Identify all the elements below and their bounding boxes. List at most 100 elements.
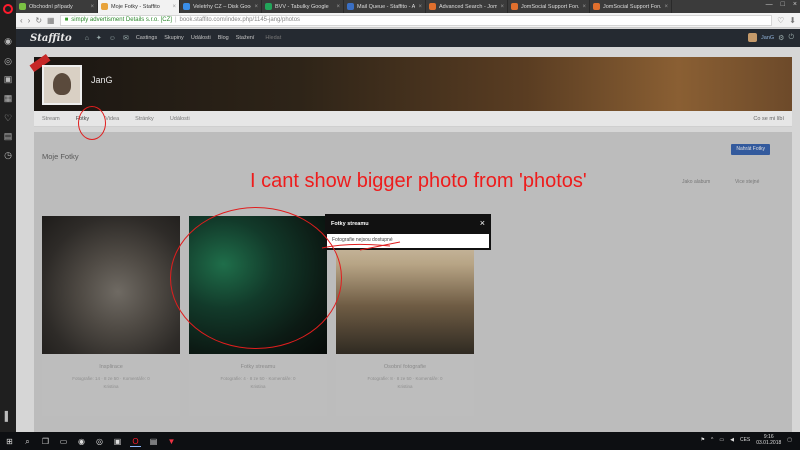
user-name[interactable]: JanG (761, 35, 774, 41)
volume-icon[interactable]: ◀ (730, 437, 734, 443)
language-indicator[interactable]: CES (740, 437, 750, 443)
site-logo[interactable]: Staffito (30, 33, 72, 44)
album-meta: Fotografie: 14 · 8 ze 50 · Komentáře: 0 (72, 376, 150, 381)
nav-blog[interactable]: Blog (218, 35, 229, 41)
download-icon[interactable]: ⬇ (789, 16, 796, 25)
album-title[interactable]: Insplirace (42, 364, 180, 370)
profile-avatar[interactable] (42, 65, 82, 105)
tab-close-icon[interactable]: × (254, 4, 258, 10)
album-title[interactable]: Osobní fotografie (336, 364, 474, 370)
lock-icon: ■ (64, 17, 69, 23)
people-icon[interactable]: ☺ (109, 35, 116, 42)
subnav-videos[interactable]: Videa (105, 116, 119, 122)
tab-close-icon[interactable]: × (582, 4, 586, 10)
user-avatar[interactable] (748, 33, 758, 42)
browser-tab-active[interactable]: Moje Fotky - Staffito × (98, 0, 180, 13)
browser-tab-strip: Obchodní případy × Moje Fotky - Staffito ×… (16, 0, 800, 13)
browser-tab[interactable]: Mail Queue - Staffito - Ad × (344, 0, 426, 13)
address-bar-row: ‹ › ↻ ▦ ■ simply advertisment Details s.… (16, 13, 800, 28)
modal-close-icon[interactable]: × (480, 219, 485, 228)
messenger-icon[interactable]: ◉ (3, 36, 13, 46)
gear-icon[interactable]: ⚙ (778, 34, 784, 42)
annotation-text: I cant show bigger photo from 'photos' (250, 170, 587, 192)
clock[interactable]: 9:16 03.01.2018 (756, 434, 781, 446)
browser-tab[interactable]: Obchodní případy × (16, 0, 98, 13)
annotation-circle-album (170, 207, 342, 349)
album-owner: Kristina (397, 384, 413, 389)
file-explorer-icon[interactable]: ▭ (58, 436, 69, 447)
back-icon[interactable]: ‹ (20, 16, 23, 25)
search-input[interactable]: Hledat (265, 35, 281, 41)
outlook-icon[interactable]: ◉ (76, 436, 87, 447)
album-title[interactable]: Fotky streamu (189, 364, 327, 370)
power-icon[interactable]: ⏻ (788, 34, 794, 42)
url-field[interactable]: ■ simply advertisment Details s.r.o. [CZ… (59, 14, 773, 26)
album-card[interactable]: Insplirace Fotografie: 14 · 8 ze 50 · Ko… (42, 216, 180, 416)
tab-favicon-icon (19, 3, 26, 10)
tab-close-icon[interactable]: × (90, 4, 94, 10)
search-icon[interactable]: ⌕ (22, 436, 33, 447)
sort-option-album[interactable]: Jako alabum (682, 179, 710, 185)
tabs-grid-icon[interactable]: ▦ (47, 16, 55, 25)
subnav-events[interactable]: Události (170, 116, 190, 122)
maximize-icon[interactable]: □ (781, 1, 785, 8)
apps-icon[interactable]: ▦ (3, 93, 13, 103)
album-cover-image[interactable] (42, 216, 180, 354)
subnav-stream[interactable]: Stream (42, 116, 60, 122)
tab-favicon-icon (429, 3, 436, 10)
history-icon[interactable]: ◷ (3, 150, 13, 160)
forward-icon[interactable]: › (28, 16, 31, 25)
sort-option-same[interactable]: Vice stejné (735, 179, 759, 185)
browser-tab[interactable]: JomSocial Support Forum × (590, 0, 672, 13)
camera-icon[interactable]: ▣ (3, 74, 13, 84)
browser-tab[interactable]: Veletrhy CZ – Disk Google × (180, 0, 262, 13)
opera-taskbar-icon[interactable]: O (130, 436, 141, 447)
tab-close-icon[interactable]: × (172, 4, 176, 10)
nav-castings[interactable]: Castings (136, 35, 157, 41)
profile-subnav: Stream Fotky Videa Stránky Události Co s… (34, 111, 792, 127)
windows-taskbar: ⊞ ⌕ ❐ ▭ ◉ ◎ ▣ O ▤ ▼ ⚑ ^ ▭ ◀ CES 9:16 03.… (0, 432, 800, 450)
minimize-icon[interactable]: — (766, 1, 773, 8)
messages-icon[interactable]: ✉ (123, 34, 129, 42)
task-view-icon[interactable]: ❐ (40, 436, 51, 447)
annotation-underline (321, 241, 401, 251)
profile-icon[interactable]: ✦ (96, 34, 102, 42)
album-owner: Kristina (250, 384, 266, 389)
certificate-org: simply advertisment Details s.r.o. [CZ] (71, 17, 172, 23)
tab-close-icon[interactable]: × (336, 4, 340, 10)
app-icon[interactable]: ▣ (112, 436, 123, 447)
browser-tab[interactable]: JomSocial Support Forum × (508, 0, 590, 13)
tab-favicon-icon (593, 3, 600, 10)
reload-icon[interactable]: ↻ (35, 16, 42, 25)
tab-close-icon[interactable]: × (664, 4, 668, 10)
browser-tab[interactable]: Advanced Search - JomSo× (426, 0, 508, 13)
tab-close-icon[interactable]: × (418, 4, 422, 10)
heart-icon[interactable]: ♡ (3, 113, 13, 123)
window-close-icon[interactable]: × (793, 1, 797, 8)
opera-logo-icon[interactable] (3, 4, 13, 14)
windows-start-icon[interactable]: ⊞ (4, 436, 15, 447)
subnav-likes[interactable]: Co se mi líbí (753, 116, 784, 122)
notifications-icon[interactable]: ▢ (787, 437, 792, 443)
user-menu[interactable]: JanG ⚙ ⏻ (748, 33, 794, 42)
network-icon[interactable]: ▭ (719, 437, 724, 443)
news-icon[interactable]: ▤ (3, 131, 13, 141)
pdf-icon[interactable]: ▼ (166, 436, 177, 447)
whatsapp-icon[interactable]: ◎ (3, 56, 13, 66)
bookmark-heart-icon[interactable]: ♡ (777, 16, 784, 25)
album-meta: Fotografie: 8 · 8 ze 50 · Komentáře: 0 (367, 376, 443, 381)
tab-favicon-icon (265, 3, 272, 10)
subnav-pages[interactable]: Stránky (135, 116, 154, 122)
chat-icon[interactable]: ▤ (148, 436, 159, 447)
nav-events[interactable]: Události (191, 35, 211, 41)
tab-close-icon[interactable]: × (500, 4, 504, 10)
chevron-up-icon[interactable]: ^ (711, 437, 713, 443)
nav-downloads[interactable]: Stažení (236, 35, 255, 41)
skype-icon[interactable]: ◎ (94, 436, 105, 447)
nav-groups[interactable]: Skupiny (164, 35, 184, 41)
browser-tab[interactable]: BVV - Tabulky Google × (262, 0, 344, 13)
people-tray-icon[interactable]: ⚑ (701, 437, 705, 443)
home-icon[interactable]: ⌂ (85, 35, 89, 42)
sidebar-toggle-icon[interactable]: ▌ (3, 411, 13, 421)
album-meta: Fotografie: 4 · 8 ze 50 · Komentáře: 0 (220, 376, 296, 381)
